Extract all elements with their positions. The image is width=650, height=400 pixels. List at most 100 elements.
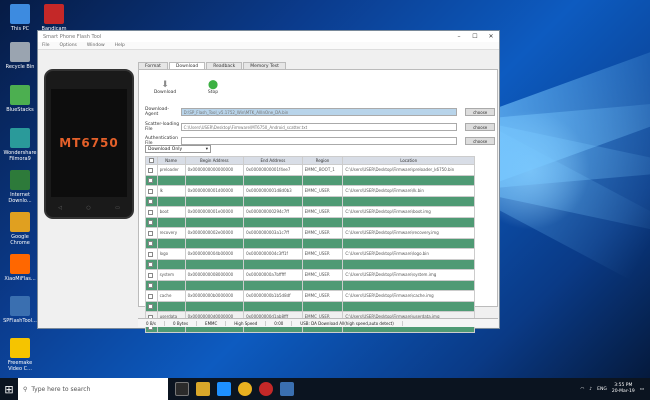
choose-download-agent-button[interactable]: choose [465,107,495,116]
notifications-icon[interactable]: ▭ [640,387,644,392]
table-row[interactable]: preloader 0x0000000000000000 0x00000000001… [145,164,475,176]
row-checkbox[interactable] [148,209,153,215]
table-row[interactable]: system 0x0000000008000000 0x00000000a7bfff… [145,269,475,281]
desktop-icon[interactable]: Wondershare Filmora9 [3,128,37,162]
download-agent-row: Download-Agent D:\SP_Flash_Tool_v5.1752_… [145,107,495,117]
wifi-icon[interactable]: ◠ [580,387,584,392]
menu-window[interactable]: Window [87,43,105,48]
desktop-icon[interactable]: XiaoMiFlas... [3,254,37,282]
desktop-icon[interactable]: Bandicam [37,4,71,32]
status-connection: USB: DA Download All(high speed,auto det… [292,320,403,326]
column-header: Name [156,156,186,165]
separator-cell [184,174,245,186]
app-icon [10,338,30,358]
menu-help[interactable]: Help [115,43,125,48]
table-row-separator [145,279,475,291]
chrome-icon[interactable] [238,382,252,396]
stop-button[interactable]: ⬤ Stop [201,80,225,95]
clock-date: 20-Mar-19 [611,389,635,394]
separator-cell [156,174,186,186]
desktop-icon[interactable]: Recycle Bin [3,42,37,70]
separator-cell [156,216,186,228]
select-all-header[interactable] [145,156,158,165]
separator-cell [184,195,245,207]
desktop-icon[interactable]: Freemake Video C... [3,338,37,372]
search-placeholder: Type here to search [31,385,91,393]
separator-cell [156,237,186,249]
row-checkbox[interactable] [148,178,153,183]
chevron-down-icon: ▾ [205,147,208,152]
cell-name: system [156,269,186,281]
flash-tool-taskbar-icon[interactable] [280,382,294,396]
auth-file-label: Authentication File [145,135,179,146]
status-speed: 0 B/s [138,320,165,326]
row-checkbox[interactable] [148,304,153,309]
download-button[interactable]: ⬇ Download [153,80,177,95]
auth-file-row: Authentication File choose [145,135,495,146]
menu-file[interactable]: File [42,43,50,48]
separator-cell [342,279,475,291]
row-checkbox[interactable] [148,167,153,173]
row-checkbox[interactable] [148,283,153,288]
status-bytes: 0 Bytes [165,320,198,326]
choose-auth-button[interactable]: choose [465,136,495,145]
back-icon: ◁ [58,205,63,211]
download-agent-field[interactable]: D:\SP_Flash_Tool_v5.1752_Win\MTK_AllInOn… [180,107,458,116]
cell-begin: 0x0000000002e00000 [184,227,245,239]
row-checkbox[interactable] [148,241,153,246]
file-explorer-icon[interactable] [196,382,210,396]
table-row[interactable]: lk 0x0000000001d00000 0x0000000001d8d0b3 EM… [145,185,475,197]
table-row[interactable]: recovery 0x0000000002e00000 0x0000000003a1… [145,227,475,239]
desktop-icon-label: SPFlashTool... [3,318,37,324]
desktop-icon[interactable]: Google Chrome [3,212,37,246]
maximize-button[interactable]: ☐ [467,33,483,40]
desktop-icon-label: Google Chrome [10,234,30,246]
cell-name: boot [156,206,186,218]
cell-name: cache [156,290,186,302]
desktop-icon[interactable]: BlueStacks [3,85,37,113]
row-checkbox[interactable] [148,262,153,267]
search-box[interactable]: ⚲ Type here to search [18,378,168,400]
row-checkbox[interactable] [148,272,153,278]
scatter-file-field[interactable]: C:\Users\USER\Desktop\Firmware\MT6750_An… [180,122,458,131]
table-row[interactable]: logo 0x0000000004b00000 0x0000000004c3ff1f… [145,248,475,260]
download-mode-select[interactable]: Download Only ▾ [145,145,211,153]
table-row[interactable]: boot 0x0000000001e00000 0x000000000294c7ff… [145,206,475,218]
minimize-button[interactable]: – [451,33,467,40]
row-checkbox[interactable] [148,251,153,257]
desktop-icon[interactable]: Internet Downlo... [3,170,37,204]
close-button[interactable]: ✕ [483,33,499,40]
table-row[interactable]: cache 0x00000000b0000000 0x00000000b1b5d8d… [145,290,475,302]
windows-start-icon[interactable]: ⊞ [0,378,18,400]
row-checkbox[interactable] [148,188,153,194]
separator-cell [342,237,475,249]
clock[interactable]: 3:55 PM 20-Mar-19 [612,383,635,395]
separator-cell [301,279,344,291]
table-row-separator [145,216,475,228]
separator-cell [243,174,303,186]
desktop-icon[interactable]: This PC [3,4,37,32]
desktop-icon-label: Recycle Bin [5,64,35,70]
desktop-icon[interactable]: SPFlashTool... [3,296,37,324]
desktop-icon-label: Freemake Video C... [7,360,33,372]
separator-cell [342,300,475,312]
edge-icon[interactable] [217,382,231,396]
scatter-file-row: Scatter-loading File C:\Users\USER\Deskt… [145,122,495,132]
menu-options[interactable]: Options [60,43,77,48]
choose-scatter-button[interactable]: choose [465,122,495,131]
app-icon [10,254,30,274]
row-checkbox[interactable] [148,230,153,236]
row-checkbox[interactable] [148,220,153,225]
cell-end: 0x00000000b1b5d8df [243,290,303,302]
table-row-separator [145,300,475,312]
row-checkbox[interactable] [148,199,153,204]
volume-icon[interactable]: ♪ [589,387,592,392]
row-checkbox[interactable] [148,293,153,299]
auth-file-field[interactable] [180,136,458,145]
desktop-icon-label: Wondershare Filmora9 [3,150,37,162]
bandicam-taskbar-icon[interactable] [259,382,273,396]
column-header: Begin Address [184,156,245,165]
task-view-icon[interactable] [175,382,189,396]
language-indicator[interactable]: ENG [597,387,607,392]
cell-region: EMMC_USER [301,227,344,239]
